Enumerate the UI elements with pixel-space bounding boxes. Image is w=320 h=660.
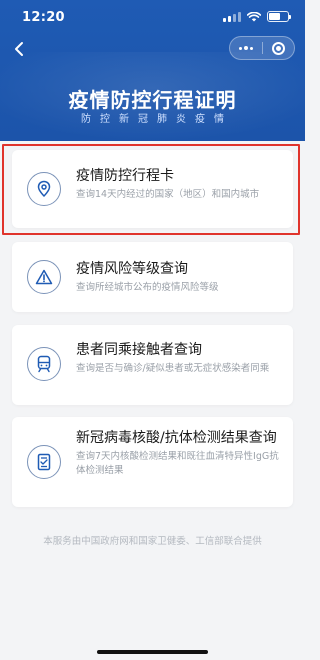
warning-icon: [27, 260, 61, 294]
location-pin-icon: [27, 172, 61, 206]
more-button[interactable]: [230, 37, 262, 59]
page-title: 疫情防控行程证明: [68, 88, 237, 112]
page-subtitle: 防控新冠肺炎疫情: [81, 114, 233, 125]
close-circle-icon: [271, 41, 285, 55]
more-dots-icon: [238, 46, 242, 50]
card-text: 患者同乘接触者查询 查询是否与确诊/疑似患者或无症状感染者同乘: [76, 341, 281, 376]
card-description: 查询所经城市公布的疫情风险等级: [76, 282, 219, 293]
back-button[interactable]: [8, 38, 30, 60]
status-bar: 12:20: [0, 0, 305, 34]
footer-note: 本服务由中国政府网和国家卫健委、工信部联合提供: [43, 536, 262, 547]
wifi-icon: [247, 11, 261, 21]
header: 12:20 疫情防控行程证明 防控新冠肺炎疫情: [0, 0, 305, 141]
train-icon: [27, 347, 61, 381]
card-text: 疫情风险等级查询 查询所经城市公布的疫情风险等级: [76, 260, 281, 295]
card-title: 疫情风险等级查询: [76, 261, 188, 277]
card-itinerary[interactable]: 疫情防控行程卡 查询14天内经过的国家（地区）和国内城市: [12, 150, 293, 228]
card-text: 新冠病毒核酸/抗体检测结果查询 查询7天内核酸检测结果和既往血清特异性IgG抗体…: [76, 429, 281, 478]
card-text: 疫情防控行程卡 查询14天内经过的国家（地区）和国内城市: [76, 167, 281, 202]
card-description: 查询14天内经过的国家（地区）和国内城市: [76, 189, 260, 200]
card-contact-query[interactable]: 患者同乘接触者查询 查询是否与确诊/疑似患者或无症状感染者同乘: [12, 325, 293, 405]
card-title: 新冠病毒核酸/抗体检测结果查询: [76, 430, 277, 446]
nav-bar: [0, 34, 305, 64]
test-report-icon: [27, 445, 61, 479]
card-description: 查询7天内核酸检测结果和既往血清特异性IgG抗体检测结果: [76, 451, 279, 476]
card-description: 查询是否与确诊/疑似患者或无症状感染者同乘: [76, 363, 270, 374]
status-icons: [223, 11, 291, 22]
card-title: 疫情防控行程卡: [76, 168, 174, 184]
home-indicator: [97, 650, 208, 654]
card-title: 患者同乘接触者查询: [76, 342, 202, 358]
close-button[interactable]: [262, 37, 294, 59]
mini-program-capsule: [229, 36, 295, 60]
signal-icon: [223, 11, 241, 22]
battery-icon: [267, 11, 291, 22]
chevron-left-icon: [15, 42, 23, 56]
card-test-results[interactable]: 新冠病毒核酸/抗体检测结果查询 查询7天内核酸检测结果和既往血清特异性IgG抗体…: [12, 417, 293, 507]
status-time: 12:20: [22, 10, 65, 25]
card-risk-level[interactable]: 疫情风险等级查询 查询所经城市公布的疫情风险等级: [12, 242, 293, 312]
